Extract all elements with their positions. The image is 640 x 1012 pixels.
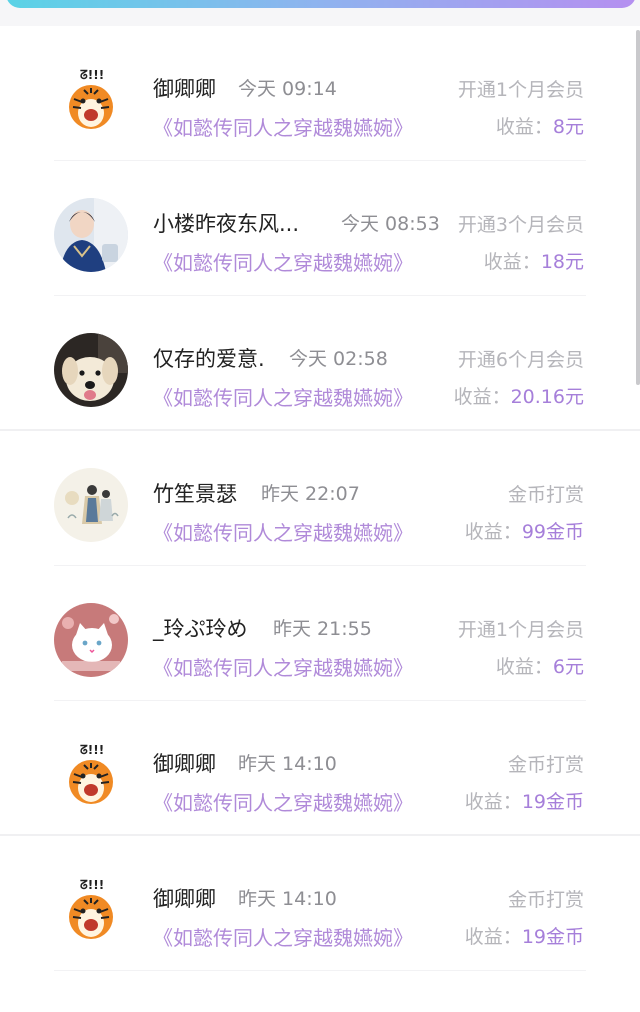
svg-text:ᘔ!!!: ᘔ!!! <box>80 743 104 757</box>
white-cat-avatar-icon[interactable] <box>54 603 128 677</box>
svg-text:ᘔ!!!: ᘔ!!! <box>80 878 104 892</box>
header-gradient-bar <box>6 0 636 8</box>
action-type: 金币打赏 <box>507 484 584 506</box>
earnings: 收益：20.16元 <box>454 382 584 409</box>
ink-painting-avatar-icon[interactable] <box>54 468 128 542</box>
user-name: 仅存的爱意. <box>153 347 265 371</box>
action-type: 开通3个月会员 <box>457 214 584 236</box>
book-title-link[interactable]: 《如懿传同人之穿越魏嬿婉》 <box>153 922 413 951</box>
earnings: 收益：8元 <box>496 112 584 139</box>
earnings-amount: 6元 <box>552 656 584 678</box>
earnings-label: 收益： <box>464 926 522 948</box>
action-type: 开通1个月会员 <box>457 79 584 101</box>
earnings-amount: 8元 <box>552 116 584 138</box>
earnings-amount: 19金币 <box>521 791 584 813</box>
earnings: 收益：99金币 <box>465 517 584 544</box>
svg-text:ᘔ!!!: ᘔ!!! <box>80 68 104 82</box>
user-name: 竹笙景瑟 <box>153 482 237 506</box>
timestamp: 今天 09:14 <box>238 78 337 100</box>
earnings-amount: 18元 <box>540 251 584 273</box>
earnings-amount: 20.16元 <box>510 386 584 408</box>
earnings-label: 收益： <box>453 386 511 408</box>
top-area <box>0 0 640 26</box>
book-title-link[interactable]: 《如懿传同人之穿越魏嬿婉》 <box>153 517 413 546</box>
earnings-label: 收益： <box>464 791 522 813</box>
action-type: 开通6个月会员 <box>457 349 584 371</box>
user-name: 小楼昨夜东风... <box>153 212 300 236</box>
book-title-link[interactable]: 《如懿传同人之穿越魏嬿婉》 <box>153 787 413 816</box>
timestamp: 今天 08:53 <box>341 213 440 235</box>
book-title-link[interactable]: 《如懿传同人之穿越魏嬿婉》 <box>153 382 413 411</box>
user-name: 御卿卿 <box>153 887 216 911</box>
tiger-avatar-icon[interactable]: ᘔ!!! <box>54 738 128 812</box>
earnings-amount: 19金币 <box>521 926 584 948</box>
list-item[interactable]: _玲ぷ玲め 昨天 21:55 开通1个月会员 《如懿传同人之穿越魏嬿婉》 收益：… <box>0 566 640 701</box>
book-title-link[interactable]: 《如懿传同人之穿越魏嬿婉》 <box>153 652 413 681</box>
action-type: 开通1个月会员 <box>457 619 584 641</box>
user-name: _玲ぷ玲め <box>153 617 248 641</box>
timestamp: 昨天 22:07 <box>261 483 360 505</box>
earnings-label: 收益： <box>495 656 553 678</box>
divider <box>54 970 586 971</box>
earnings: 收益：6元 <box>496 652 584 679</box>
action-type: 金币打赏 <box>507 754 584 776</box>
timestamp: 昨天 21:55 <box>273 618 372 640</box>
earnings: 收益：19金币 <box>465 922 584 949</box>
earnings-label: 收益： <box>464 521 522 543</box>
list-item[interactable]: 小楼昨夜东风... 今天 08:53 开通3个月会员 《如懿传同人之穿越魏嬿婉》… <box>0 161 640 296</box>
tiger-avatar-icon[interactable]: ᘔ!!! <box>54 63 128 137</box>
boy-portrait-avatar-icon[interactable] <box>54 198 128 272</box>
action-type: 金币打赏 <box>507 889 584 911</box>
book-title-link[interactable]: 《如懿传同人之穿越魏嬿婉》 <box>153 112 413 141</box>
earnings-label: 收益： <box>483 251 541 273</box>
list-item[interactable]: 仅存的爱意. 今天 02:58 开通6个月会员 《如懿传同人之穿越魏嬿婉》 收益… <box>0 296 640 431</box>
timestamp: 昨天 14:10 <box>238 888 337 910</box>
list-item[interactable]: ᘔ!!! 御卿卿 昨天 14:10 金币打赏 《如懿传同人之穿越魏嬿婉》 收益：… <box>0 701 640 836</box>
dog-avatar-icon[interactable] <box>54 333 128 407</box>
user-name: 御卿卿 <box>153 752 216 776</box>
list-item[interactable]: ᘔ!!! 御卿卿 今天 09:14 开通1个月会员 《如懿传同人之穿越魏嬿婉》 … <box>0 26 640 161</box>
list-item[interactable]: 竹笙景瑟 昨天 22:07 金币打赏 《如懿传同人之穿越魏嬿婉》 收益：99金币 <box>0 431 640 566</box>
earnings-label: 收益： <box>495 116 553 138</box>
timestamp: 昨天 14:10 <box>238 753 337 775</box>
book-title-link[interactable]: 《如懿传同人之穿越魏嬿婉》 <box>153 247 413 276</box>
list-item[interactable]: ᘔ!!! 御卿卿 昨天 14:10 金币打赏 《如懿传同人之穿越魏嬿婉》 收益：… <box>0 836 640 971</box>
timestamp: 今天 02:58 <box>289 348 388 370</box>
user-name: 御卿卿 <box>153 77 216 101</box>
earnings: 收益：19金币 <box>465 787 584 814</box>
earnings: 收益：18元 <box>484 247 584 274</box>
tiger-avatar-icon[interactable]: ᘔ!!! <box>54 873 128 947</box>
earnings-amount: 99金币 <box>521 521 584 543</box>
